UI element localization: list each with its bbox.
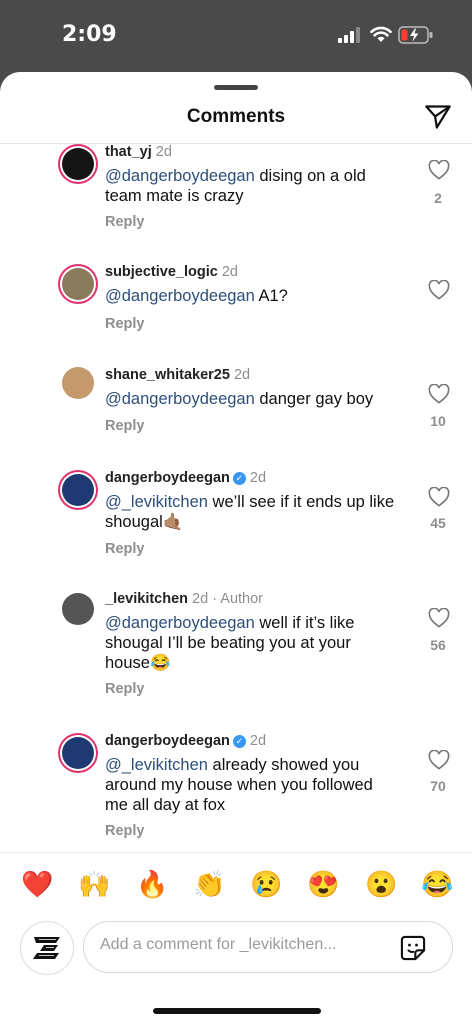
- username[interactable]: shane_whitaker25: [105, 367, 230, 383]
- comment-header: that_yj 2d: [105, 144, 172, 160]
- avatar[interactable]: [62, 593, 94, 625]
- mention-link[interactable]: @_levikitchen: [105, 493, 208, 511]
- comment-text: @dangerboydeegan danger gay boy: [105, 389, 397, 409]
- status-time: 2:09: [62, 22, 117, 47]
- comment-input-box: [83, 921, 453, 973]
- avatar[interactable]: [62, 148, 94, 180]
- reaction-clap-emoji[interactable]: 👏: [193, 869, 225, 899]
- comment-header: dangerboydeegan ✓ 2d: [105, 470, 266, 486]
- like-count: 2: [434, 190, 442, 206]
- heart-icon[interactable]: [428, 160, 450, 180]
- mention-link[interactable]: @_levikitchen: [105, 756, 208, 774]
- reply-button[interactable]: Reply: [105, 316, 145, 332]
- comment-time: 2d: [249, 733, 267, 749]
- page-title: Comments: [186, 106, 286, 127]
- comment-header: subjective_logic 2d: [105, 264, 238, 280]
- avatar[interactable]: [62, 474, 94, 506]
- reaction-cry-emoji[interactable]: 😢: [250, 869, 282, 899]
- heart-icon[interactable]: [428, 280, 450, 300]
- verified-badge-icon: ✓: [232, 472, 246, 485]
- comment-header: shane_whitaker25 2d: [105, 367, 250, 383]
- emoji-bar-divider: [0, 852, 472, 853]
- header-divider: [0, 143, 472, 144]
- username[interactable]: dangerboydeegan: [105, 733, 230, 749]
- heart-icon[interactable]: [428, 750, 450, 770]
- comment-header: dangerboydeegan ✓ 2d: [105, 733, 266, 749]
- verified-badge-icon: ✓: [232, 735, 246, 748]
- mention-link[interactable]: @dangerboydeegan: [105, 614, 255, 632]
- reply-button[interactable]: Reply: [105, 681, 145, 697]
- like-count: 70: [430, 778, 446, 794]
- heart-icon[interactable]: [428, 487, 450, 507]
- username[interactable]: subjective_logic: [105, 264, 218, 280]
- comment-time: 2d: [249, 470, 267, 486]
- comment-time: 2d: [233, 367, 251, 383]
- my-avatar: [20, 921, 74, 975]
- reaction-fire-emoji[interactable]: 🔥: [136, 869, 168, 899]
- username[interactable]: that_yj: [105, 144, 152, 160]
- avatar[interactable]: [62, 367, 94, 399]
- signal-icon: [338, 27, 360, 43]
- comment-input[interactable]: [98, 935, 392, 955]
- comment-text: @_levikitchen we’ll see if it ends up li…: [105, 492, 397, 532]
- heart-icon[interactable]: [428, 608, 450, 628]
- reaction-heart-eyes-emoji[interactable]: 😍: [307, 869, 339, 899]
- sticker-icon[interactable]: [399, 934, 427, 962]
- mention-link[interactable]: @dangerboydeegan: [105, 167, 255, 185]
- profile-logo-icon: [33, 937, 60, 959]
- comment-time: 2d: [155, 144, 172, 160]
- like-count: 45: [430, 515, 446, 531]
- reply-button[interactable]: Reply: [105, 823, 145, 839]
- reaction-surprised-emoji[interactable]: 😮: [365, 869, 397, 899]
- comment-body: A1?: [254, 287, 288, 305]
- comment-body: danger gay boy: [254, 390, 374, 408]
- wifi-icon: [370, 26, 392, 42]
- comment-header: _levikitchen 2d · Author: [105, 591, 264, 607]
- reply-button[interactable]: Reply: [105, 214, 145, 230]
- comment-time: 2d: [221, 264, 238, 280]
- reply-button[interactable]: Reply: [105, 418, 145, 434]
- status-bar: 2:09: [0, 0, 472, 72]
- heart-icon[interactable]: [428, 384, 450, 404]
- reaction-heart-emoji[interactable]: ❤️: [21, 869, 53, 899]
- mention-link[interactable]: @dangerboydeegan: [105, 287, 255, 305]
- avatar[interactable]: [62, 268, 94, 300]
- like-count: 10: [430, 413, 446, 429]
- like-count: 56: [430, 637, 446, 653]
- comment-text: @_levikitchen already showed you around …: [105, 755, 397, 815]
- reaction-raised-hands-emoji[interactable]: 🙌: [78, 869, 110, 899]
- comment-text: @dangerboydeegan well if it’s like shoug…: [105, 613, 397, 673]
- username[interactable]: dangerboydeegan: [105, 470, 230, 486]
- avatar[interactable]: [62, 737, 94, 769]
- comments-sheet: Comments that_yj 2d @dangerboydeegan dis…: [0, 72, 472, 1024]
- reply-button[interactable]: Reply: [105, 541, 145, 557]
- username[interactable]: _levikitchen: [105, 591, 188, 607]
- mention-link[interactable]: @dangerboydeegan: [105, 390, 255, 408]
- comment-text: @dangerboydeegan dising on a old team ma…: [105, 166, 397, 206]
- home-indicator[interactable]: [153, 1008, 321, 1014]
- comment-text: @dangerboydeegan A1?: [105, 286, 397, 306]
- drag-handle[interactable]: [214, 85, 258, 90]
- author-tag: Author: [220, 591, 264, 607]
- reaction-laugh-emoji[interactable]: 😂: [421, 869, 453, 899]
- paper-plane-icon[interactable]: [424, 103, 452, 131]
- battery-icon: [398, 26, 433, 44]
- comment-time: 2d: [192, 591, 209, 607]
